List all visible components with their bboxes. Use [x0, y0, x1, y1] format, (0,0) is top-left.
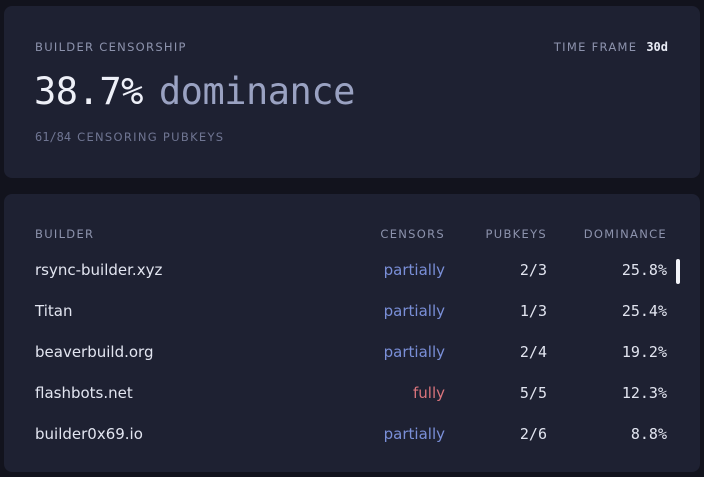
- dominance-headline: 38.7% dominance: [34, 70, 355, 113]
- censoring-count: 61/84: [35, 130, 72, 144]
- builder-name[interactable]: flashbots.net: [35, 383, 133, 403]
- dominance-percent: 25.8%: [621, 261, 667, 279]
- censoring-pubkeys-line: 61/84 CENSORING PUBKEYS: [35, 130, 224, 144]
- header-censors[interactable]: CENSORS: [380, 227, 445, 241]
- pubkeys-count: 1/3: [519, 302, 547, 320]
- header-builder[interactable]: BUILDER: [35, 227, 94, 241]
- summary-title: BUILDER CENSORSHIP: [35, 40, 187, 54]
- table-row[interactable]: rsync-builder.xyz partially 2/3 25.8%: [4, 260, 700, 301]
- builder-name[interactable]: rsync-builder.xyz: [35, 260, 162, 280]
- header-dominance[interactable]: DOMINANCE: [584, 227, 667, 241]
- table-scrollbar-thumb[interactable]: [676, 259, 680, 284]
- builder-name[interactable]: builder0x69.io: [35, 424, 143, 444]
- timeframe-label: TIME FRAME: [553, 40, 638, 54]
- table-row[interactable]: beaverbuild.org partially 2/4 19.2%: [4, 342, 700, 383]
- builder-name[interactable]: beaverbuild.org: [35, 342, 153, 362]
- pubkeys-count: 2/4: [519, 343, 547, 361]
- table-row[interactable]: flashbots.net fully 5/5 12.3%: [4, 383, 700, 424]
- table-row[interactable]: builder0x69.io partially 2/6 8.8%: [4, 424, 700, 465]
- builder-name[interactable]: Titan: [35, 301, 72, 321]
- builders-table-card: BUILDER CENSORS PUBKEYS DOMINANCE rsync-…: [4, 194, 700, 472]
- pubkeys-count: 2/3: [519, 261, 547, 279]
- header-pubkeys[interactable]: PUBKEYS: [486, 227, 547, 241]
- timeframe-selector[interactable]: TIME FRAME 30d: [554, 40, 668, 54]
- dominance-word: dominance: [158, 70, 355, 113]
- censors-status: partially: [383, 425, 445, 443]
- dominance-percent: 8.8%: [630, 425, 667, 443]
- dominance-percent: 19.2%: [621, 343, 667, 361]
- builder-censorship-summary-card: BUILDER CENSORSHIP TIME FRAME 30d 38.7% …: [4, 6, 700, 178]
- censors-status: partially: [383, 261, 445, 279]
- censoring-label: CENSORING PUBKEYS: [77, 130, 225, 144]
- dominance-percent: 25.4%: [621, 302, 667, 320]
- censors-status: fully: [413, 384, 445, 402]
- dominance-value: 38.7%: [34, 70, 143, 113]
- table-row[interactable]: Titan partially 1/3 25.4%: [4, 301, 700, 342]
- censors-status: partially: [383, 302, 445, 320]
- pubkeys-count: 5/5: [519, 384, 547, 402]
- dominance-percent: 12.3%: [621, 384, 667, 402]
- censors-status: partially: [383, 343, 445, 361]
- timeframe-value[interactable]: 30d: [646, 40, 668, 54]
- pubkeys-count: 2/6: [519, 425, 547, 443]
